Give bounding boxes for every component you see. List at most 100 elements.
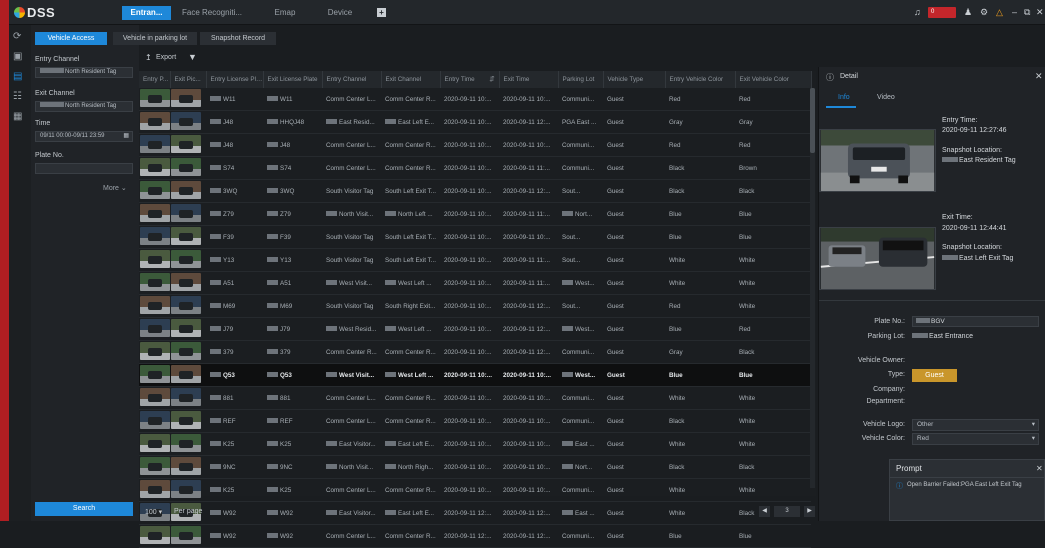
- prev-page-button[interactable]: ◀: [759, 506, 770, 517]
- exit-thumbnail[interactable]: [171, 250, 201, 268]
- exit-pic-cell[interactable]: [170, 455, 206, 479]
- calendar-icon[interactable]: ▦: [123, 132, 129, 141]
- exit-thumbnail[interactable]: [171, 204, 201, 222]
- exit-thumbnail[interactable]: [171, 342, 201, 360]
- entry-pic-cell[interactable]: [139, 225, 170, 249]
- entry-pic-cell[interactable]: [139, 386, 170, 410]
- exit-pic-cell[interactable]: [170, 478, 206, 502]
- exit-pic-cell[interactable]: [170, 340, 206, 364]
- more-toggle[interactable]: More ⌄: [103, 184, 127, 192]
- entry-pic-cell[interactable]: [139, 432, 170, 456]
- col-entry-time[interactable]: Entry Time ⇵: [440, 71, 500, 88]
- plate-input[interactable]: [35, 163, 133, 174]
- exit-pic-cell[interactable]: [170, 409, 206, 433]
- export-icon[interactable]: ↥: [145, 53, 152, 62]
- next-page-button[interactable]: ▶: [804, 506, 815, 517]
- table-row[interactable]: Q53 Q53 West Visit... West Left ... 2020-09-…: [139, 363, 811, 387]
- col-exit-time[interactable]: Exit Time: [499, 71, 559, 88]
- col-exit-color[interactable]: Exit Vehicle Color: [735, 71, 812, 88]
- entry-pic-cell[interactable]: [139, 202, 170, 226]
- tab-entrance[interactable]: Entran...: [122, 6, 171, 20]
- exit-pic-cell[interactable]: [170, 248, 206, 272]
- entry-thumbnail[interactable]: [140, 434, 170, 452]
- table-row[interactable]: K25 K25 Comm Center L... Comm Center R... 20…: [139, 478, 811, 502]
- export-button[interactable]: Export: [156, 54, 176, 61]
- entry-thumbnail[interactable]: [140, 296, 170, 314]
- entry-thumbnail[interactable]: [140, 89, 170, 107]
- exit-thumbnail[interactable]: [171, 411, 201, 429]
- table-row[interactable]: F39 F39 South Visitor Tag South Left Exit T…: [139, 225, 811, 249]
- entry-thumbnail[interactable]: [140, 388, 170, 406]
- tab-vehicle-in-parking-lot[interactable]: Vehicle in parking lot: [113, 32, 197, 45]
- entry-pic-cell[interactable]: [139, 248, 170, 272]
- col-vehicle-type[interactable]: Vehicle Type: [603, 71, 666, 88]
- table-row[interactable]: 3WQ 3WQ South Visitor Tag South Left Exit T…: [139, 179, 811, 203]
- scan-icon[interactable]: ▣: [13, 51, 22, 62]
- detail-close-icon[interactable]: ✕: [1035, 71, 1043, 82]
- col-exit-pic[interactable]: Exit Pic...: [170, 71, 207, 88]
- tab-info[interactable]: Info: [838, 94, 850, 101]
- tab-vehicle-access[interactable]: Vehicle Access: [35, 32, 107, 45]
- exit-pic-cell[interactable]: [170, 110, 206, 134]
- table-row[interactable]: A51 A51 West Visit... West Left ... 2020-09-…: [139, 271, 811, 295]
- notification-icon[interactable]: △: [996, 7, 1003, 18]
- entry-thumbnail[interactable]: [140, 319, 170, 337]
- exit-pic-cell[interactable]: [170, 317, 206, 341]
- exit-thumbnail[interactable]: [171, 319, 201, 337]
- table-row[interactable]: W11 W11 Comm Center L... Comm Center R... 20…: [139, 88, 811, 111]
- refresh-icon[interactable]: ⟳: [13, 31, 21, 42]
- col-parking-lot[interactable]: Parking Lot: [558, 71, 604, 88]
- exit-pic-cell[interactable]: [170, 294, 206, 318]
- entry-pic-cell[interactable]: [139, 317, 170, 341]
- user-icon[interactable]: ♟: [964, 7, 972, 18]
- col-exit-plate[interactable]: Exit License Plate: [263, 71, 323, 88]
- table-row[interactable]: J48 HHQJ48 East Resid... East Left E... 2020…: [139, 110, 811, 134]
- exit-thumbnail[interactable]: [171, 112, 201, 130]
- col-entry-pic[interactable]: Entry P...: [139, 71, 171, 88]
- exit-pic-cell[interactable]: [170, 88, 206, 111]
- table-row[interactable]: J48 J48 Comm Center L... Comm Center R... 20…: [139, 133, 811, 157]
- exit-thumbnail[interactable]: [171, 135, 201, 153]
- vehicle-color-select[interactable]: Red ▾: [912, 433, 1039, 445]
- entry-pic-cell[interactable]: [139, 271, 170, 295]
- table-row[interactable]: Z79 Z79 North Visit... North Left ... 2020-0…: [139, 202, 811, 226]
- table-row[interactable]: REF REF Comm Center L... Comm Center R... 20…: [139, 409, 811, 433]
- exit-pic-cell[interactable]: [170, 179, 206, 203]
- exit-pic-cell[interactable]: [170, 133, 206, 157]
- exit-thumbnail[interactable]: [171, 296, 201, 314]
- table-row[interactable]: W92 W92 Comm Center L... Comm Center R... 20…: [139, 524, 811, 548]
- entry-channel-select[interactable]: North Resident Tag: [35, 67, 133, 78]
- entry-thumbnail[interactable]: [140, 273, 170, 291]
- entry-thumbnail[interactable]: [140, 181, 170, 199]
- page-input[interactable]: 3: [774, 506, 800, 517]
- col-entry-plate[interactable]: Entry License Plate: [206, 71, 264, 88]
- table-row[interactable]: 379 379 Comm Center R... Comm Center R... 20…: [139, 340, 811, 364]
- entry-pic-cell[interactable]: [139, 524, 170, 548]
- table-row[interactable]: J79 J79 West Resid... West Left ... 2020-09-…: [139, 317, 811, 341]
- sort-icon[interactable]: ⇵: [489, 76, 494, 83]
- entry-pic-cell[interactable]: [139, 133, 170, 157]
- table-scrollbar-thumb[interactable]: [810, 88, 815, 153]
- entry-pic-cell[interactable]: [139, 478, 170, 502]
- entry-pic-cell[interactable]: [139, 179, 170, 203]
- record-icon[interactable]: ▦: [13, 111, 22, 122]
- exit-pic-cell[interactable]: [170, 271, 206, 295]
- col-exit-channel[interactable]: Exit Channel: [381, 71, 441, 88]
- exit-thumbnail[interactable]: [171, 158, 201, 176]
- entry-thumbnail[interactable]: [140, 526, 170, 544]
- tab-emap[interactable]: Emap: [265, 6, 305, 20]
- exit-pic-cell[interactable]: [170, 432, 206, 456]
- entry-thumbnail[interactable]: [140, 112, 170, 130]
- entry-pic-cell[interactable]: [139, 88, 170, 111]
- exit-pic-cell[interactable]: [170, 202, 206, 226]
- exit-pic-cell[interactable]: [170, 386, 206, 410]
- exit-pic-cell[interactable]: [170, 225, 206, 249]
- exit-thumbnail[interactable]: [171, 526, 201, 544]
- search-button[interactable]: Search: [35, 502, 133, 516]
- restore-icon[interactable]: ⧉: [1024, 7, 1030, 18]
- tab-device[interactable]: Device: [320, 6, 360, 20]
- time-range-input[interactable]: 09/11 00:00-09/11 23:59 ▦: [35, 131, 133, 142]
- entry-pic-cell[interactable]: [139, 340, 170, 364]
- entry-thumbnail[interactable]: [140, 135, 170, 153]
- entry-thumbnail[interactable]: [140, 158, 170, 176]
